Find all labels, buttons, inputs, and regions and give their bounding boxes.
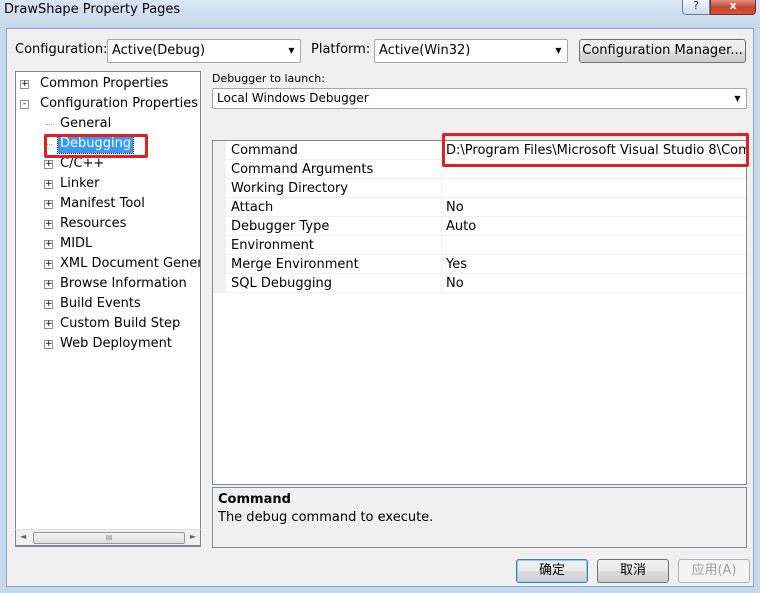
tree-item-label: Debugging — [56, 134, 135, 154]
tree-item-label: Browse Information — [60, 276, 187, 291]
property-name: Attach — [226, 198, 442, 217]
property-name: Environment — [226, 236, 442, 255]
tree-item-label: C/C++ — [60, 156, 105, 171]
grid-row-command[interactable]: Command D:\Program Files\Microsoft Visua… — [213, 141, 746, 160]
chevron-down-icon: ▼ — [288, 46, 295, 55]
property-value[interactable] — [442, 179, 746, 198]
expand-icon[interactable]: + — [44, 220, 53, 229]
configuration-value: Active(Debug) — [112, 43, 206, 58]
grid-row-debugger-type[interactable]: Debugger Type Auto — [213, 217, 746, 236]
debugger-combo[interactable]: Local Windows Debugger ▼ — [212, 88, 747, 109]
property-name: Command — [226, 141, 442, 160]
expand-icon[interactable]: + — [44, 280, 53, 289]
debugger-value: Local Windows Debugger — [217, 91, 369, 105]
grid-row-command-arguments[interactable]: Command Arguments — [213, 160, 746, 179]
cancel-button[interactable]: 取消 — [597, 559, 669, 583]
platform-combo[interactable]: Active(Win32) ▼ — [374, 39, 568, 63]
tree-item-label: Linker — [60, 176, 100, 191]
description-text: The debug command to execute. — [218, 510, 434, 525]
apply-button[interactable]: 应用(A) — [678, 559, 750, 583]
tree-item-label: Manifest Tool — [60, 196, 145, 211]
property-name: Command Arguments — [226, 160, 442, 179]
tree-item-label: Common Properties — [40, 76, 169, 91]
chevron-down-icon: ▼ — [734, 94, 741, 103]
configuration-label: Configuration: — [15, 42, 108, 57]
grid-row-attach[interactable]: Attach No — [213, 198, 746, 217]
dialog-body: Configuration: Active(Debug) ▼ Platform:… — [6, 28, 754, 587]
property-value[interactable]: Yes — [442, 255, 746, 274]
tree-item-label: Custom Build Step — [60, 316, 181, 331]
tree-horizontal-scrollbar[interactable]: ◄ III ► — [15, 529, 201, 546]
property-value[interactable]: D:\Program Files\Microsoft Visual Studio… — [442, 141, 746, 160]
property-value[interactable] — [442, 160, 746, 179]
chevron-down-icon: ▼ — [555, 46, 562, 55]
expand-icon[interactable]: + — [44, 300, 53, 309]
expand-icon[interactable]: + — [44, 160, 53, 169]
expand-icon[interactable]: + — [20, 80, 29, 89]
window-controls: ? x — [682, 0, 756, 15]
property-name: SQL Debugging — [226, 274, 442, 293]
scroll-right-icon[interactable]: ► — [190, 532, 196, 541]
tree-item-label: Resources — [60, 216, 127, 231]
property-value[interactable] — [442, 236, 746, 255]
scrollbar-thumb[interactable]: III — [33, 532, 185, 544]
collapse-icon[interactable]: - — [20, 100, 29, 109]
configuration-combo[interactable]: Active(Debug) ▼ — [107, 39, 301, 63]
window-title: DrawShape Property Pages — [4, 2, 181, 17]
property-grid[interactable]: Command D:\Program Files\Microsoft Visua… — [212, 140, 747, 485]
grid-row-merge-environment[interactable]: Merge Environment Yes — [213, 255, 746, 274]
grid-row-environment[interactable]: Environment — [213, 236, 746, 255]
debugger-label: Debugger to launch: — [212, 72, 325, 85]
description-title: Command — [218, 492, 291, 507]
help-button[interactable]: ? — [682, 0, 710, 15]
grid-row-sql-debugging[interactable]: SQL Debugging No — [213, 274, 746, 293]
tree-item-label: Web Deployment — [60, 336, 172, 351]
tree-item-label: XML Document Generator — [60, 256, 200, 271]
title-bar: DrawShape Property Pages ? x — [0, 0, 760, 28]
tree-item-label: Configuration Properties — [40, 96, 198, 111]
tree-item-label: MIDL — [60, 236, 93, 251]
expand-icon[interactable]: + — [44, 320, 53, 329]
expand-icon[interactable]: + — [44, 340, 53, 349]
scroll-left-icon[interactable]: ◄ — [20, 532, 26, 541]
property-value[interactable]: No — [442, 198, 746, 217]
property-name: Working Directory — [226, 179, 442, 198]
ok-button[interactable]: 确定 — [516, 559, 588, 583]
description-panel: Command The debug command to execute. — [212, 487, 747, 548]
property-tree[interactable]: + Common Properties - Configuration Prop… — [15, 71, 201, 547]
expand-icon[interactable]: + — [44, 200, 53, 209]
platform-label: Platform: — [311, 42, 371, 57]
tree-item-label: General — [60, 116, 112, 131]
tree-item-label: Build Events — [60, 296, 141, 311]
configuration-manager-button[interactable]: Configuration Manager... — [579, 39, 746, 63]
property-value[interactable]: Auto — [442, 217, 746, 236]
platform-value: Active(Win32) — [379, 43, 471, 58]
property-value[interactable]: No — [442, 274, 746, 293]
grid-row-working-directory[interactable]: Working Directory — [213, 179, 746, 198]
property-name: Debugger Type — [226, 217, 442, 236]
property-name: Merge Environment — [226, 255, 442, 274]
expand-icon[interactable]: + — [44, 180, 53, 189]
close-button[interactable]: x — [710, 0, 756, 15]
expand-icon[interactable]: + — [44, 240, 53, 249]
expand-icon[interactable]: + — [44, 260, 53, 269]
